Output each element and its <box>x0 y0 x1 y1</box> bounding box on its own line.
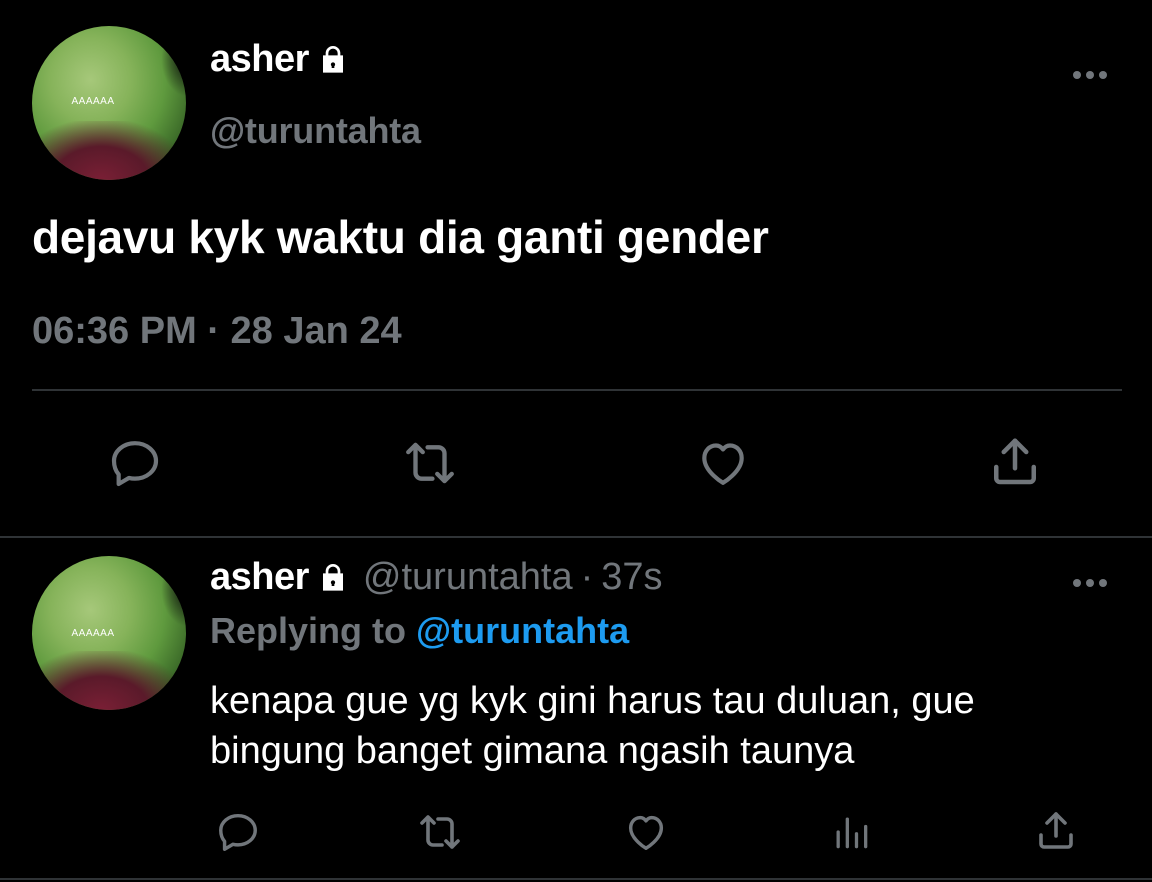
share-icon <box>1039 812 1073 849</box>
display-name[interactable]: asher <box>210 556 309 599</box>
retweet-button[interactable] <box>410 806 470 858</box>
like-button[interactable] <box>690 432 756 494</box>
share-icon <box>994 438 1036 485</box>
tweet-time[interactable]: 37s <box>601 556 662 599</box>
more-options-icon[interactable] <box>1070 576 1110 590</box>
like-icon <box>702 443 744 485</box>
retweet-icon <box>406 442 454 484</box>
lock-icon <box>322 45 343 73</box>
avatar[interactable]: AAAAAA <box>32 556 186 710</box>
reply-author-row: asher @turuntahta · 37s <box>210 556 663 599</box>
avatar-caption: AAAAAA <box>71 96 115 107</box>
share-button[interactable] <box>1030 804 1082 858</box>
avatar-caption: AAAAAA <box>71 628 115 639</box>
analytics-icon <box>836 817 868 849</box>
mention-link[interactable]: @turuntahta <box>416 610 629 651</box>
share-button[interactable] <box>982 430 1048 494</box>
reply-icon <box>219 813 257 851</box>
author-handle[interactable]: @turuntahta <box>210 110 421 152</box>
replying-label: Replying to <box>210 610 406 651</box>
analytics-button[interactable] <box>826 806 876 858</box>
like-icon <box>628 815 664 851</box>
lock-icon <box>322 563 343 591</box>
author-handle[interactable]: @turuntahta <box>363 556 573 599</box>
tweet-timestamp[interactable]: 06:36 PM · 28 Jan 24 <box>32 310 402 353</box>
tweet-text: dejavu kyk waktu dia ganti gender <box>32 211 769 263</box>
divider <box>32 389 1122 391</box>
reply-icon <box>111 441 159 487</box>
author-name-row: asher <box>210 38 349 81</box>
divider <box>0 536 1152 538</box>
retweet-icon <box>420 815 460 849</box>
divider <box>0 878 1152 880</box>
avatar[interactable]: AAAAAA <box>32 26 186 180</box>
display-name[interactable]: asher <box>210 38 309 81</box>
retweet-button[interactable] <box>392 432 468 494</box>
replying-to: Replying to @turuntahta <box>210 610 629 652</box>
reply-button[interactable] <box>100 432 170 494</box>
separator: · <box>580 556 594 598</box>
like-button[interactable] <box>620 806 672 858</box>
reply-button[interactable] <box>212 806 264 858</box>
reply-text: kenapa gue yg kyk gini harus tau duluan,… <box>210 680 975 772</box>
more-options-icon[interactable] <box>1070 68 1110 82</box>
